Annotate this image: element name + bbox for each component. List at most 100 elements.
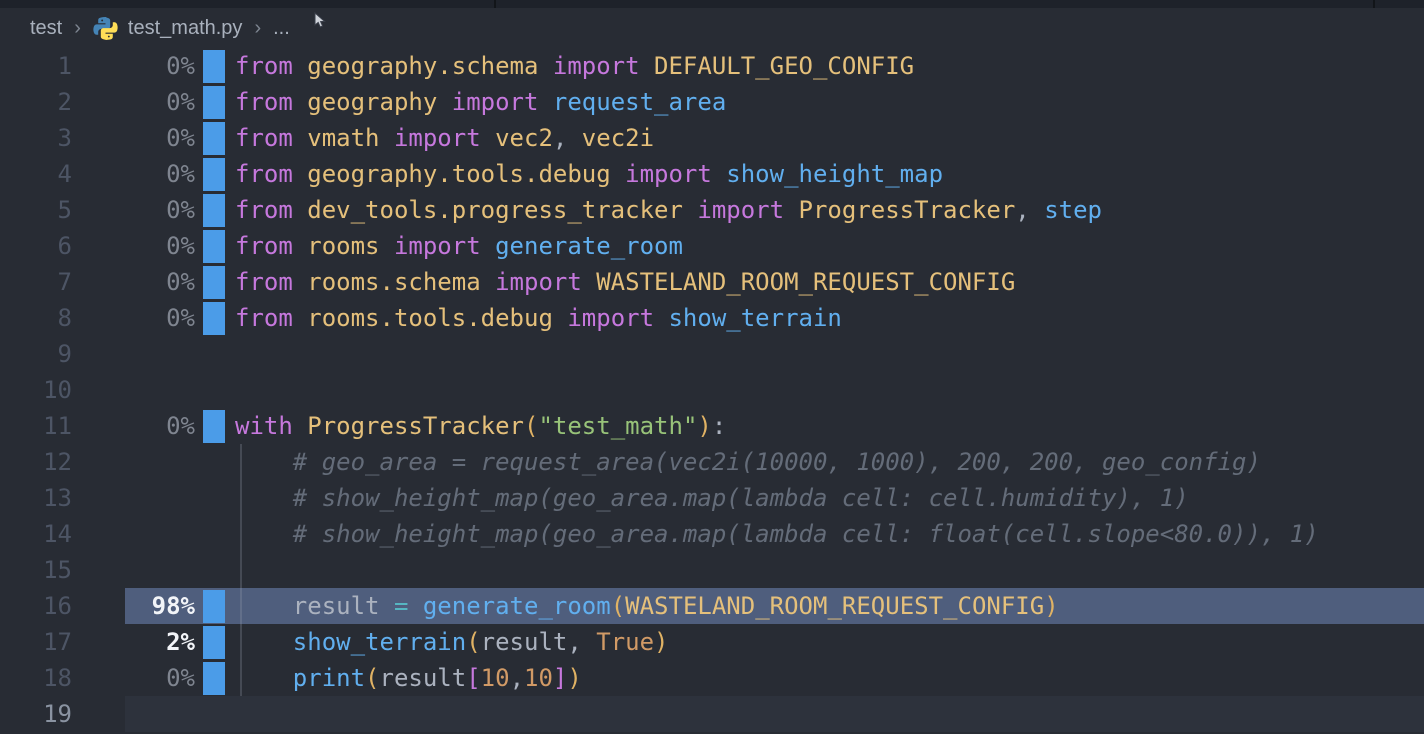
code-line[interactable]: 19 [0,696,1424,732]
code-line[interactable]: 40% from geography.tools.debug import sho… [0,156,1424,192]
profile-percent: 0% [72,232,195,260]
tab-strip [0,0,1424,8]
code-line[interactable]: 180% print(result[10,10]) [0,660,1424,696]
code-line[interactable]: 50%from dev_tools.progress_tracker impor… [0,192,1424,228]
code-line[interactable]: 10% from geography.schema import DEFAULT_… [0,48,1424,84]
breadcrumb-file[interactable]: test_math.py [128,17,243,40]
code-text[interactable]: # geo_area = request_area(vec2i(10000, 1… [235,448,1261,476]
token-br1: ( [466,628,480,656]
code-line[interactable]: 14 # show_height_map(geo_area.map(lambda… [0,516,1424,552]
code-text[interactable]: from geography.tools.debug import show_h… [235,160,943,188]
code-line[interactable]: 13 # show_height_map(geo_area.map(lambda… [0,480,1424,516]
code-line[interactable]: 1698% result = generate_room(WASTELAND_R… [0,588,1424,624]
token-kw: import [538,52,654,80]
token-fn: show_height_map [726,160,943,188]
code-line-content: 80%from rooms.tools.debug import show_te… [0,300,1424,336]
code-text[interactable]: from geography import request_area [235,88,726,116]
line-number[interactable]: 3 [0,124,72,152]
line-number[interactable]: 10 [0,376,72,404]
line-number[interactable]: 17 [0,628,72,656]
editor-window: test › test_math.py › ... 10%from geogra… [0,0,1424,734]
token-mod: dev_tools.progress_tracker [307,196,683,224]
token-fn: generate_room [495,232,683,260]
code-line[interactable]: 70% from rooms.schema import WASTELAND_RO… [0,264,1424,300]
token-kw: import [437,88,553,116]
token-mod: vec2i [582,124,654,152]
code-line-content: 14 # show_height_map(geo_area.map(lambda… [0,516,1424,552]
profile-percent: 0% [72,52,195,80]
token-mod: geography [307,88,437,116]
mouse-cursor [314,12,328,30]
code-text[interactable]: show_terrain(result, True) [235,628,669,656]
code-text[interactable]: from rooms.tools.debug import show_terra… [235,304,842,332]
line-number[interactable]: 14 [0,520,72,548]
token-fn: show_terrain [293,628,466,656]
profile-gutter [195,444,225,480]
line-number[interactable]: 1 [0,52,72,80]
profile-gutter [195,480,225,516]
line-number[interactable]: 8 [0,304,72,332]
code-text[interactable]: print(result[10,10]) [235,664,582,692]
line-number[interactable]: 6 [0,232,72,260]
code-line[interactable]: 10 [0,372,1424,408]
code-line[interactable]: 110%with ProgressTracker("test_math"): [0,408,1424,444]
code-line[interactable]: 60% from rooms import generate_room [0,228,1424,264]
code-line[interactable]: 172% show_terrain(result, True) [0,624,1424,660]
code-line[interactable]: 15 [0,552,1424,588]
line-number[interactable]: 7 [0,268,72,296]
code-line[interactable]: 9 [0,336,1424,372]
profile-percent: 0% [72,160,195,188]
profile-gutter [195,624,225,660]
line-number[interactable]: 16 [0,592,72,620]
line-number[interactable]: 11 [0,412,72,440]
code-line-content: 60% from rooms import generate_room [0,228,1424,264]
code-text[interactable]: # show_height_map(geo_area.map(lambda ce… [235,484,1189,512]
line-number[interactable]: 5 [0,196,72,224]
code-line[interactable]: 12 # geo_area = request_area(vec2i(10000… [0,444,1424,480]
token-mod: ProgressTracker [799,196,1016,224]
profile-block [203,626,225,659]
line-number[interactable]: 9 [0,340,72,368]
code-text[interactable]: with ProgressTracker("test_math"): [235,412,726,440]
code-editor[interactable]: 10%from geography.schema import DEFAULT_… [0,48,1424,732]
line-number[interactable]: 13 [0,484,72,512]
code-line-content: 50%from dev_tools.progress_tracker impor… [0,192,1424,228]
profile-gutter [195,48,225,84]
profile-percent: 0% [72,268,195,296]
code-text[interactable]: from vmath import vec2, vec2i [235,124,654,152]
profile-percent: 0% [72,664,195,692]
breadcrumb-folder[interactable]: test [30,17,62,40]
code-line[interactable]: 80%from rooms.tools.debug import show_te… [0,300,1424,336]
code-text[interactable]: from rooms import generate_room [235,232,683,260]
profile-gutter [195,588,225,624]
token-kw: from [235,268,307,296]
profile-gutter [195,192,225,228]
tab-divider [494,0,496,8]
profile-gutter [195,84,225,120]
line-number[interactable]: 19 [0,700,72,728]
code-line-content: 172% show_terrain(result, True) [0,624,1424,660]
code-text[interactable]: from dev_tools.progress_tracker import P… [235,196,1102,224]
code-text[interactable]: # show_height_map(geo_area.map(lambda ce… [235,520,1319,548]
code-text[interactable]: from geography.schema import DEFAULT_GEO… [235,52,914,80]
code-text[interactable]: result = generate_room(WASTELAND_ROOM_RE… [235,592,1059,620]
breadcrumb-symbol-ellipsis[interactable]: ... [273,17,290,40]
code-text[interactable]: from rooms.schema import WASTELAND_ROOM_… [235,268,1015,296]
line-number[interactable]: 12 [0,448,72,476]
line-number[interactable]: 4 [0,160,72,188]
code-line[interactable]: 30% from vmath import vec2, vec2i [0,120,1424,156]
token-kw: from [235,52,307,80]
token-pun: , [553,124,582,152]
token-mod: DEFAULT_GEO_CONFIG [654,52,914,80]
line-number[interactable]: 18 [0,664,72,692]
code-line-content: 1698% result = generate_room(WASTELAND_R… [0,588,1424,624]
indent-guide [240,552,242,588]
line-number[interactable]: 2 [0,88,72,116]
code-line-content: 13 # show_height_map(geo_area.map(lambda… [0,480,1424,516]
line-number[interactable]: 15 [0,556,72,584]
indent-guide [240,660,242,696]
token-mod: geography.schema [307,52,538,80]
code-line[interactable]: 20%from geography import request_area [0,84,1424,120]
profile-percent: 0% [72,124,195,152]
breadcrumb: test › test_math.py › ... [0,8,1424,48]
